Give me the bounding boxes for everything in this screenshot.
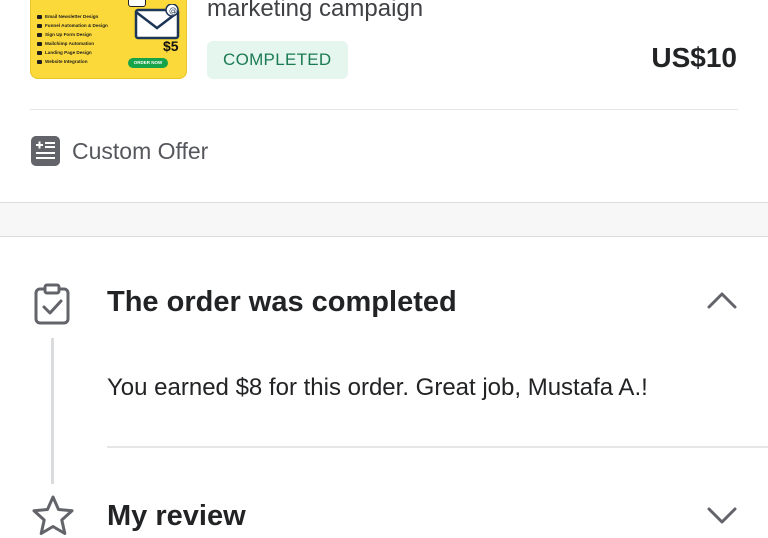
clipboard-check-icon (34, 283, 70, 325)
event-body-earnings: You earned $8 for this order. Great job,… (107, 374, 648, 401)
section-separator (0, 202, 768, 237)
thumbnail-feature: Sign Up Form Design (37, 32, 92, 37)
thumbnail-feature: Email Newsletter Design (37, 14, 98, 19)
svg-text:@: @ (169, 6, 177, 15)
chevron-up-icon[interactable] (706, 290, 738, 310)
order-price: US$10 (651, 42, 737, 73)
thumbnail-feature: Website Integration (37, 59, 88, 64)
gig-thumbnail[interactable]: Email Newsletter Design Funnel Automatio… (30, 0, 187, 79)
divider (30, 109, 738, 110)
custom-offer-label: Custom Offer (72, 137, 209, 164)
envelope-icon: @ (134, 4, 180, 40)
thumbnail-price-tag: $5 (163, 38, 179, 54)
thumbnail-feature: Mailchimp Automation (37, 41, 94, 46)
custom-offer-row: Custom Offer (31, 135, 208, 167)
event-title-completed[interactable]: The order was completed (107, 286, 457, 319)
status-badge: COMPLETED (207, 41, 348, 79)
chat-bubble-icon (128, 0, 146, 7)
thumbnail-feature: Funnel Automation & Design (37, 23, 108, 28)
timeline-line (51, 338, 54, 484)
star-icon (32, 495, 74, 535)
thumbnail-feature: Landing Page Design (37, 50, 92, 55)
gig-title[interactable]: marketing campaign (207, 0, 423, 23)
chevron-down-icon[interactable] (706, 506, 738, 526)
event-title-review[interactable]: My review (107, 500, 246, 533)
divider (107, 446, 768, 448)
thumbnail-order-now: ORDER NOW (128, 58, 168, 68)
offer-list-icon (31, 136, 60, 166)
